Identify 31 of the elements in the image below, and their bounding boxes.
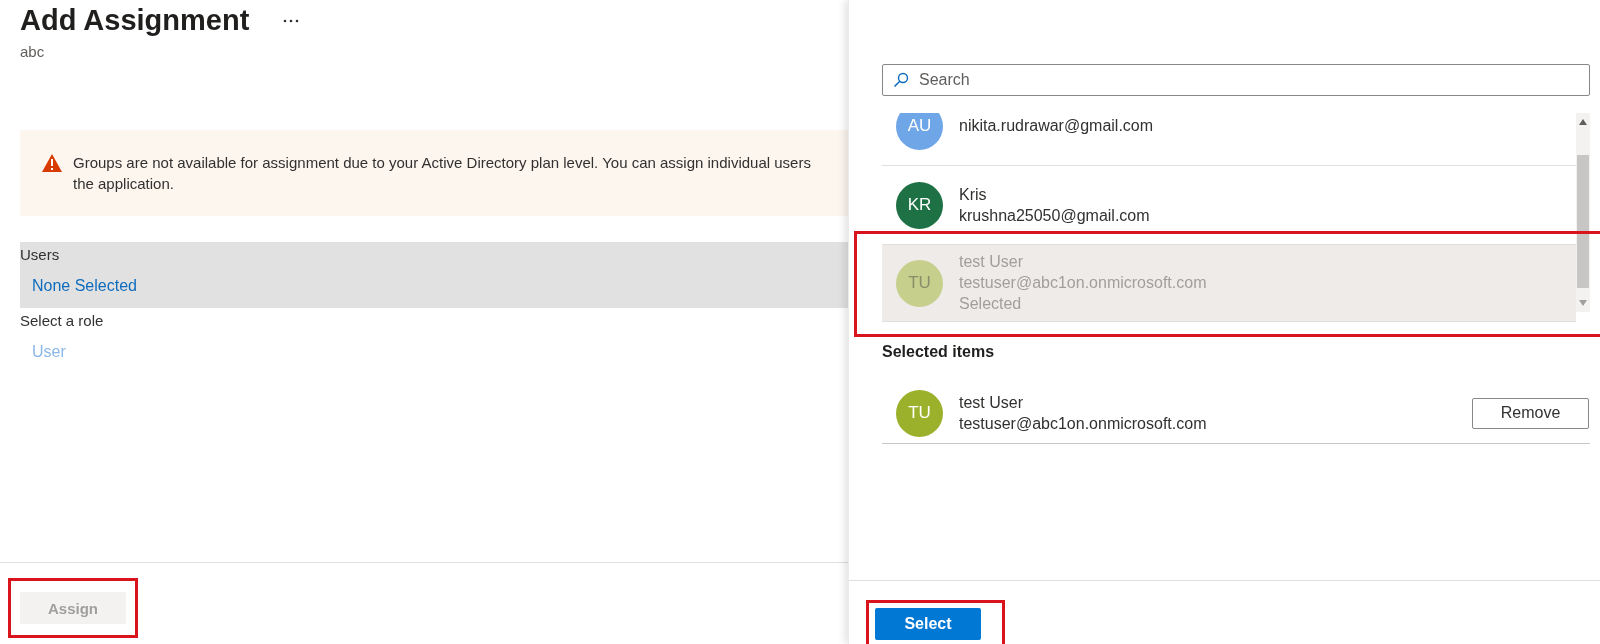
more-icon[interactable]	[283, 18, 300, 23]
search-field[interactable]: Search	[882, 64, 1590, 96]
page-title: Add Assignment	[20, 4, 250, 37]
user-email: nikita.rudrawar@gmail.com	[959, 117, 1154, 135]
user-name: Kris	[959, 185, 987, 204]
user-status: Selected	[959, 295, 1022, 313]
search-icon	[893, 72, 909, 88]
scroll-up-icon[interactable]	[1579, 119, 1587, 125]
field-label: Select a role	[20, 312, 104, 329]
avatar: TU	[896, 389, 943, 437]
field-label: Users	[20, 246, 60, 263]
remove-button[interactable]: Remove	[1472, 397, 1589, 429]
user-row[interactable]: AU nikita.rudrawar@gmail.com	[882, 113, 1576, 166]
user-email: testuser@abc1on.onmicrosoft.com	[959, 274, 1207, 292]
user-name: test User	[959, 393, 1023, 412]
select-button[interactable]: Select	[875, 608, 981, 640]
users-field[interactable]: Users None Selected	[20, 242, 848, 308]
section-heading: Selected items	[882, 343, 996, 361]
user-name: test User	[959, 253, 1023, 271]
warning-icon	[42, 154, 62, 172]
page-subtitle: abc	[20, 43, 46, 60]
warning-text: the application.	[73, 174, 175, 194]
avatar: AU	[896, 113, 943, 150]
users-link[interactable]: None Selected	[32, 277, 137, 295]
scrollbar[interactable]	[1576, 113, 1590, 312]
avatar: KR	[896, 181, 943, 229]
user-email: testuser@abc1on.onmicrosoft.com	[959, 414, 1207, 433]
avatar: TU	[896, 259, 943, 307]
warning-text: Groups are not available for assignment due to your Active Directory plan level. You can assign individual users	[73, 153, 811, 173]
user-row[interactable]: TU test User testuser@abc1on.onmicrosoft.com Selected	[882, 245, 1576, 322]
user-email: krushna25050@gmail.com	[959, 206, 1150, 225]
